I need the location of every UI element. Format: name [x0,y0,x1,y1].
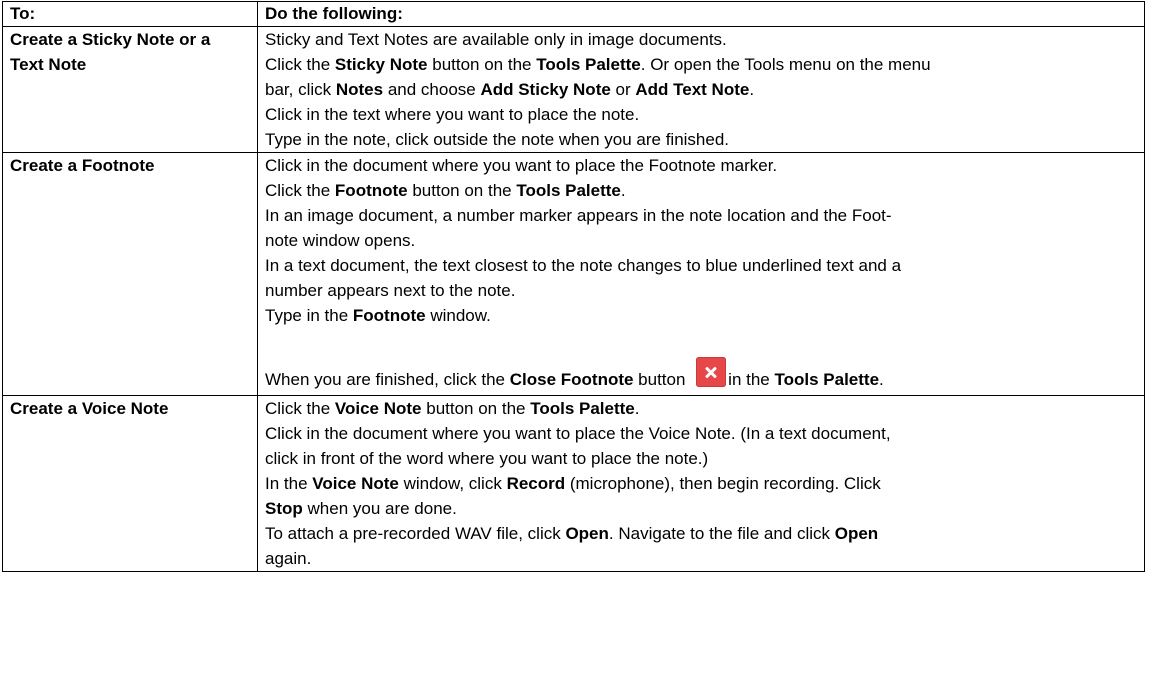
instruction-line: Sticky and Text Notes are available only… [265,30,727,49]
instruction-line: When you are finished, click the Close F… [265,353,1138,395]
instruction-line: To attach a pre-recorded WAV file, click… [265,524,879,543]
task-voice-note: Create a Voice Note [2,395,258,572]
instruction-line: note window opens. [265,231,416,250]
instruction-line: Click the Sticky Note button on the Tool… [265,55,931,74]
close-icon [696,357,727,387]
instruction-line: In the Voice Note window, click Record (… [265,474,881,493]
instruction-line: Type in the Footnote window. [265,306,491,325]
instruction-line: Click in the document where you want to … [265,424,891,443]
instruction-line: In a text document, the text closest to … [265,256,902,275]
instruction-line: Type in the note, click outside the note… [265,130,730,149]
header-to: To: [2,1,258,27]
instruction-line: Click in the text where you want to plac… [265,105,640,124]
table-row: Create a Sticky Note or a Text Note Stic… [2,26,1145,153]
task-sticky-text-note: Create a Sticky Note or a Text Note [2,26,258,153]
instruction-line: number appears next to the note. [265,281,516,300]
instructions-footnote: Click in the document where you want to … [257,152,1145,396]
table-row: Create a Footnote Click in the document … [2,152,1145,396]
instruction-line: In an image document, a number marker ap… [265,206,892,225]
notes-table: To: Do the following: Create a Sticky No… [2,1,1145,572]
instructions-voice-note: Click the Voice Note button on the Tools… [257,395,1145,572]
instruction-line: bar, click Notes and choose Add Sticky N… [265,80,755,99]
instruction-line: Click the Voice Note button on the Tools… [265,399,640,418]
header-do: Do the following: [257,1,1145,27]
task-footnote: Create a Footnote [2,152,258,396]
table-row: Create a Voice Note Click the Voice Note… [2,395,1145,572]
instruction-line: again. [265,549,312,568]
instruction-line: Stop when you are done. [265,499,457,518]
instruction-line: Click in the document where you want to … [265,156,778,175]
table-header-row: To: Do the following: [2,1,1145,27]
instruction-line: Click the Footnote button on the Tools P… [265,181,626,200]
instruction-line: click in front of the word where you wan… [265,449,709,468]
instructions-sticky-text-note: Sticky and Text Notes are available only… [257,26,1145,153]
